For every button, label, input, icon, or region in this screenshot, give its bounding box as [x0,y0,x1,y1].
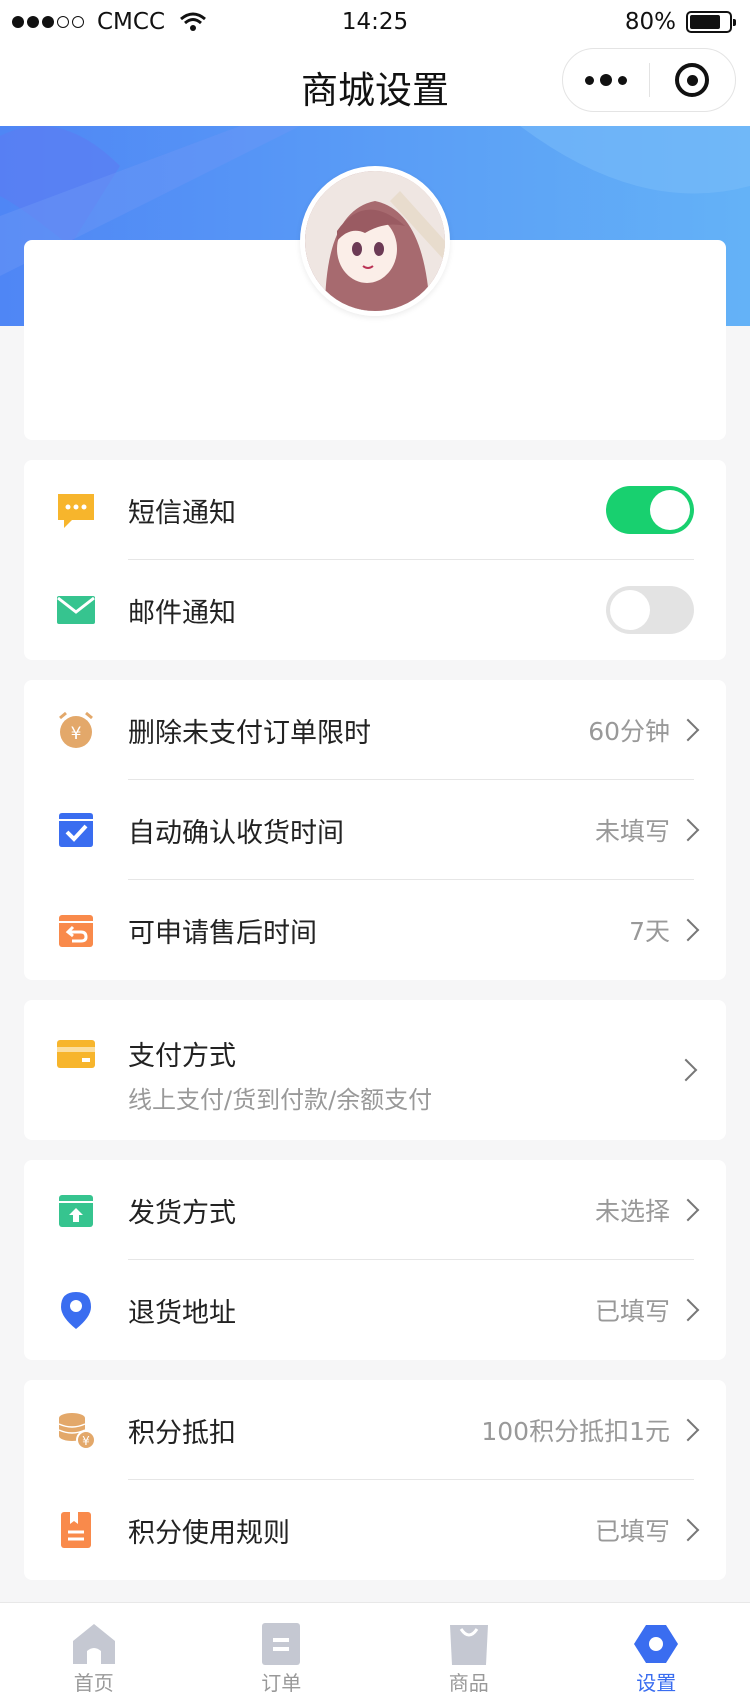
delivery-method-value: 未选择 [594,1197,670,1226]
unpaid-order-limit-label: 删除未支付订单限时 [128,717,371,749]
return-address-value: 已填写 [594,1297,670,1326]
points-card: ¥ 积分抵扣 100积分抵扣1元 积分使用规则 已填写 [24,1380,726,1580]
tab-home-label: 首页 [73,1671,114,1695]
sms-notification-toggle[interactable] [606,486,694,534]
chevron-right-icon [676,1518,700,1542]
auto-confirm-label: 自动确认收货时间 [128,817,344,849]
shipping-card: 发货方式 未选择 退货地址 已填写 [24,1160,726,1360]
avatar[interactable] [300,166,450,316]
tab-orders[interactable]: 订单 [188,1603,376,1700]
coins-icon: ¥ [58,1413,96,1450]
unpaid-order-limit-value: 60分钟 [588,717,670,746]
wallet-icon [57,1040,95,1068]
payment-label: 支付方式 [128,1041,236,1072]
payment-card[interactable]: 支付方式 线上支付/货到付款/余额支付 [24,1000,726,1140]
chevron-right-icon [676,918,700,942]
sms-notification-label: 短信通知 [128,497,236,529]
sms-icon [58,494,94,528]
chevron-right-icon [676,1198,700,1222]
tab-settings-label: 设置 [636,1671,677,1695]
alarm-clock-icon: ¥ [59,711,93,748]
points-deduction-value: 100积分抵扣1元 [481,1417,670,1446]
tab-settings[interactable]: 设置 [563,1603,750,1700]
nav-bar: 商城设置 [0,44,750,126]
points-rules-row[interactable]: 积分使用规则 已填写 [24,1480,726,1580]
tab-products[interactable]: 商品 [375,1603,563,1700]
order-icon [262,1623,301,1665]
return-address-label: 退货地址 [128,1297,236,1329]
rule-book-icon [61,1512,91,1548]
status-bar: CMCC 14:25 80% [0,0,750,44]
tab-home[interactable]: 首页 [0,1603,188,1700]
after-sale-time-label: 可申请售后时间 [128,917,317,949]
mail-icon [57,596,95,624]
points-deduction-label: 积分抵扣 [128,1417,236,1449]
unpaid-order-limit-row[interactable]: ¥ 删除未支付订单限时 60分钟 [24,680,726,780]
chevron-right-icon [676,718,700,742]
tab-products-label: 商品 [448,1671,489,1695]
svg-text:¥: ¥ [71,724,82,744]
points-rules-label: 积分使用规则 [128,1517,290,1549]
home-icon [72,1624,115,1664]
more-icon[interactable] [563,74,649,86]
mail-notification-label: 邮件通知 [128,597,236,629]
delivery-method-row[interactable]: 发货方式 未选择 [24,1160,726,1260]
chevron-right-icon [676,1418,700,1442]
ship-box-icon [59,1195,93,1227]
sms-notification-row: 短信通知 [24,460,726,560]
after-sale-time-row[interactable]: 可申请售后时间 7天 [24,880,726,980]
checkbox-icon [59,813,93,847]
order-settings-card: ¥ 删除未支付订单限时 60分钟 自动确认收货时间 未填写 可申请售后时间 7天 [24,680,726,980]
auto-confirm-value: 未填写 [594,817,670,846]
svg-text:¥: ¥ [82,1434,90,1448]
location-pin-icon [61,1292,91,1329]
after-sale-time-value: 7天 [629,917,670,946]
mail-notification-toggle[interactable] [606,586,694,634]
settings-icon [634,1625,679,1663]
mini-program-capsule [562,48,736,112]
chevron-right-icon [676,818,700,842]
close-target-icon[interactable] [650,63,735,97]
bag-icon [449,1625,488,1665]
auto-confirm-row[interactable]: 自动确认收货时间 未填写 [24,780,726,880]
mail-notification-row: 邮件通知 [24,560,726,660]
tab-orders-label: 订单 [261,1671,302,1695]
points-rules-value: 已填写 [594,1517,670,1546]
chevron-right-icon [674,1058,698,1082]
return-address-row[interactable]: 退货地址 已填写 [24,1260,726,1360]
chevron-right-icon [676,1298,700,1322]
battery-percent: 80% [624,9,676,35]
delivery-method-label: 发货方式 [128,1197,236,1229]
return-box-icon [59,915,93,947]
battery-icon [686,11,736,33]
tab-bar: 首页 订单 商品 设置 [0,1602,750,1700]
notification-settings-card: 短信通知 邮件通知 [24,460,726,660]
points-deduction-row[interactable]: ¥ 积分抵扣 100积分抵扣1元 [24,1380,726,1480]
payment-methods: 线上支付/货到付款/余额支付 [128,1086,433,1114]
